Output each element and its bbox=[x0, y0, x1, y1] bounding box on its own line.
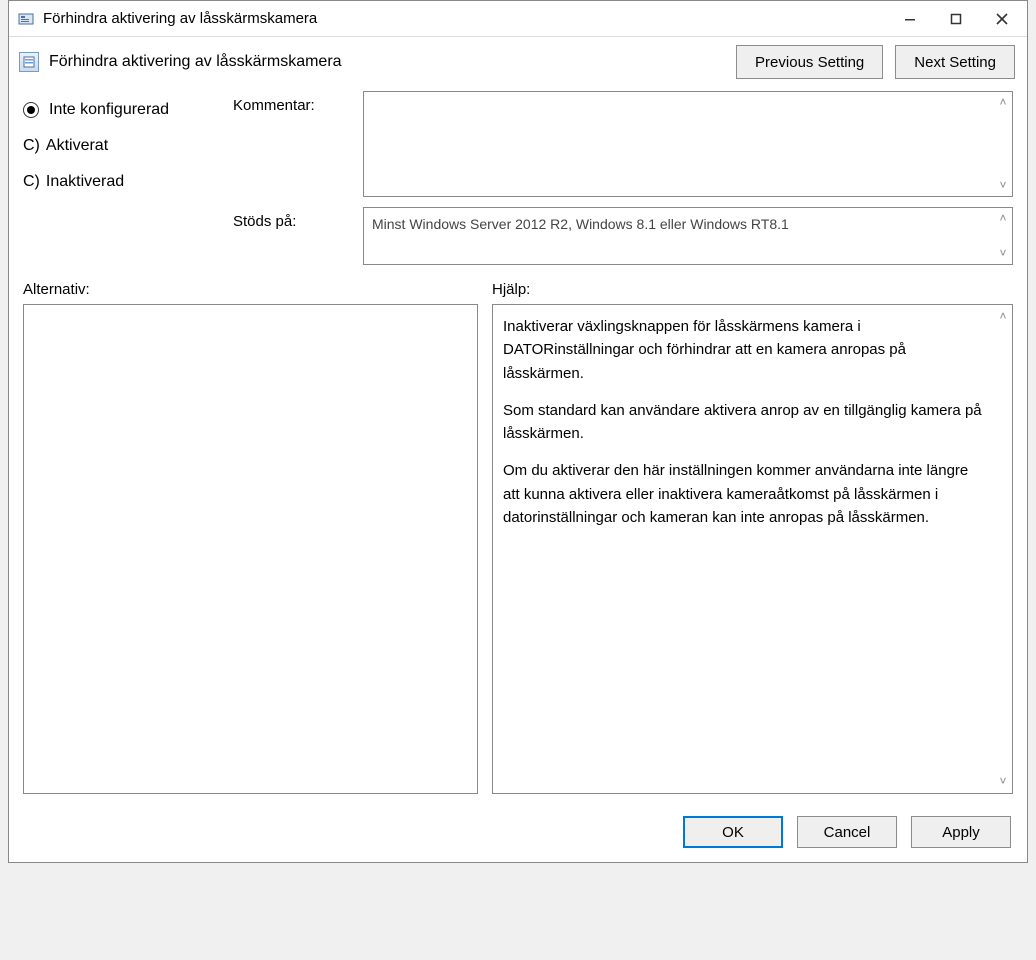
radio-enabled[interactable]: C) Aktiverat bbox=[23, 137, 223, 155]
help-paragraph: Inaktiverar växlingsknappen för låsskärm… bbox=[503, 315, 988, 385]
supported-textbox: Minst Windows Server 2012 R2, Windows 8.… bbox=[363, 207, 1013, 265]
help-textbox: Inaktiverar växlingsknappen för låsskärm… bbox=[492, 304, 1013, 794]
chevron-up-icon: ˄ bbox=[996, 94, 1010, 111]
policy-title: Förhindra aktivering av låsskärmskamera bbox=[49, 53, 342, 71]
app-icon bbox=[17, 10, 35, 28]
policy-setting-icon bbox=[19, 52, 39, 72]
lower-panel: Alternativ: Hjälp: Inaktiverar växlingsk… bbox=[9, 275, 1027, 806]
ok-button[interactable]: OK bbox=[683, 816, 783, 848]
previous-setting-button[interactable]: Previous Setting bbox=[736, 45, 883, 79]
comment-textarea[interactable]: ˄ ˅ bbox=[363, 91, 1013, 197]
chevron-down-icon: ˅ bbox=[996, 177, 1010, 194]
title-bar: Förhindra aktivering av låsskärmskamera bbox=[9, 1, 1027, 37]
policy-dialog: Förhindra aktivering av låsskärmskamera … bbox=[8, 0, 1028, 863]
chevron-up-icon: ˄ bbox=[996, 307, 1010, 326]
options-box bbox=[23, 304, 478, 794]
upper-panel: Inte konfigurerad C) Aktiverat C) Inakti… bbox=[9, 87, 1027, 275]
radio-label: Aktiverat bbox=[46, 137, 108, 155]
comment-label: Kommentar: bbox=[233, 91, 353, 114]
minimize-icon bbox=[904, 13, 916, 25]
close-button[interactable] bbox=[979, 3, 1025, 35]
chevron-up-icon: ˄ bbox=[996, 210, 1010, 227]
radio-label: Inaktiverad bbox=[46, 173, 124, 191]
radio-label: Inte konfigurerad bbox=[49, 101, 169, 119]
maximize-icon bbox=[950, 13, 962, 25]
chevron-down-icon: ˅ bbox=[996, 772, 1010, 791]
help-section: Hjälp: Inaktiverar växlingsknappen för l… bbox=[492, 281, 1013, 794]
window-title: Förhindra aktivering av låsskärmskamera bbox=[43, 10, 317, 27]
minimize-button[interactable] bbox=[887, 3, 933, 35]
dialog-footer: OK Cancel Apply bbox=[9, 806, 1027, 862]
radio-not-configured[interactable]: Inte konfigurerad bbox=[23, 101, 223, 119]
state-radio-group: Inte konfigurerad C) Aktiverat C) Inakti… bbox=[23, 91, 223, 209]
radio-prefix: C) bbox=[23, 137, 40, 155]
radio-disabled[interactable]: C) Inaktiverad bbox=[23, 173, 223, 191]
apply-button[interactable]: Apply bbox=[911, 816, 1011, 848]
close-icon bbox=[996, 13, 1008, 25]
options-section: Alternativ: bbox=[23, 281, 478, 794]
help-paragraph: Om du aktiverar den här inställningen ko… bbox=[503, 459, 988, 529]
chevron-down-icon: ˅ bbox=[996, 245, 1010, 262]
header-row: Förhindra aktivering av låsskärmskamera … bbox=[9, 37, 1027, 87]
radio-dot-icon bbox=[23, 102, 39, 118]
cancel-button[interactable]: Cancel bbox=[797, 816, 897, 848]
options-label: Alternativ: bbox=[23, 281, 478, 298]
radio-prefix: C) bbox=[23, 173, 40, 191]
help-label: Hjälp: bbox=[492, 281, 1013, 298]
supported-label: Stöds på: bbox=[233, 207, 353, 230]
help-paragraph: Som standard kan användare aktivera anro… bbox=[503, 399, 988, 446]
supported-text: Minst Windows Server 2012 R2, Windows 8.… bbox=[372, 216, 789, 232]
next-setting-button[interactable]: Next Setting bbox=[895, 45, 1015, 79]
maximize-button[interactable] bbox=[933, 3, 979, 35]
